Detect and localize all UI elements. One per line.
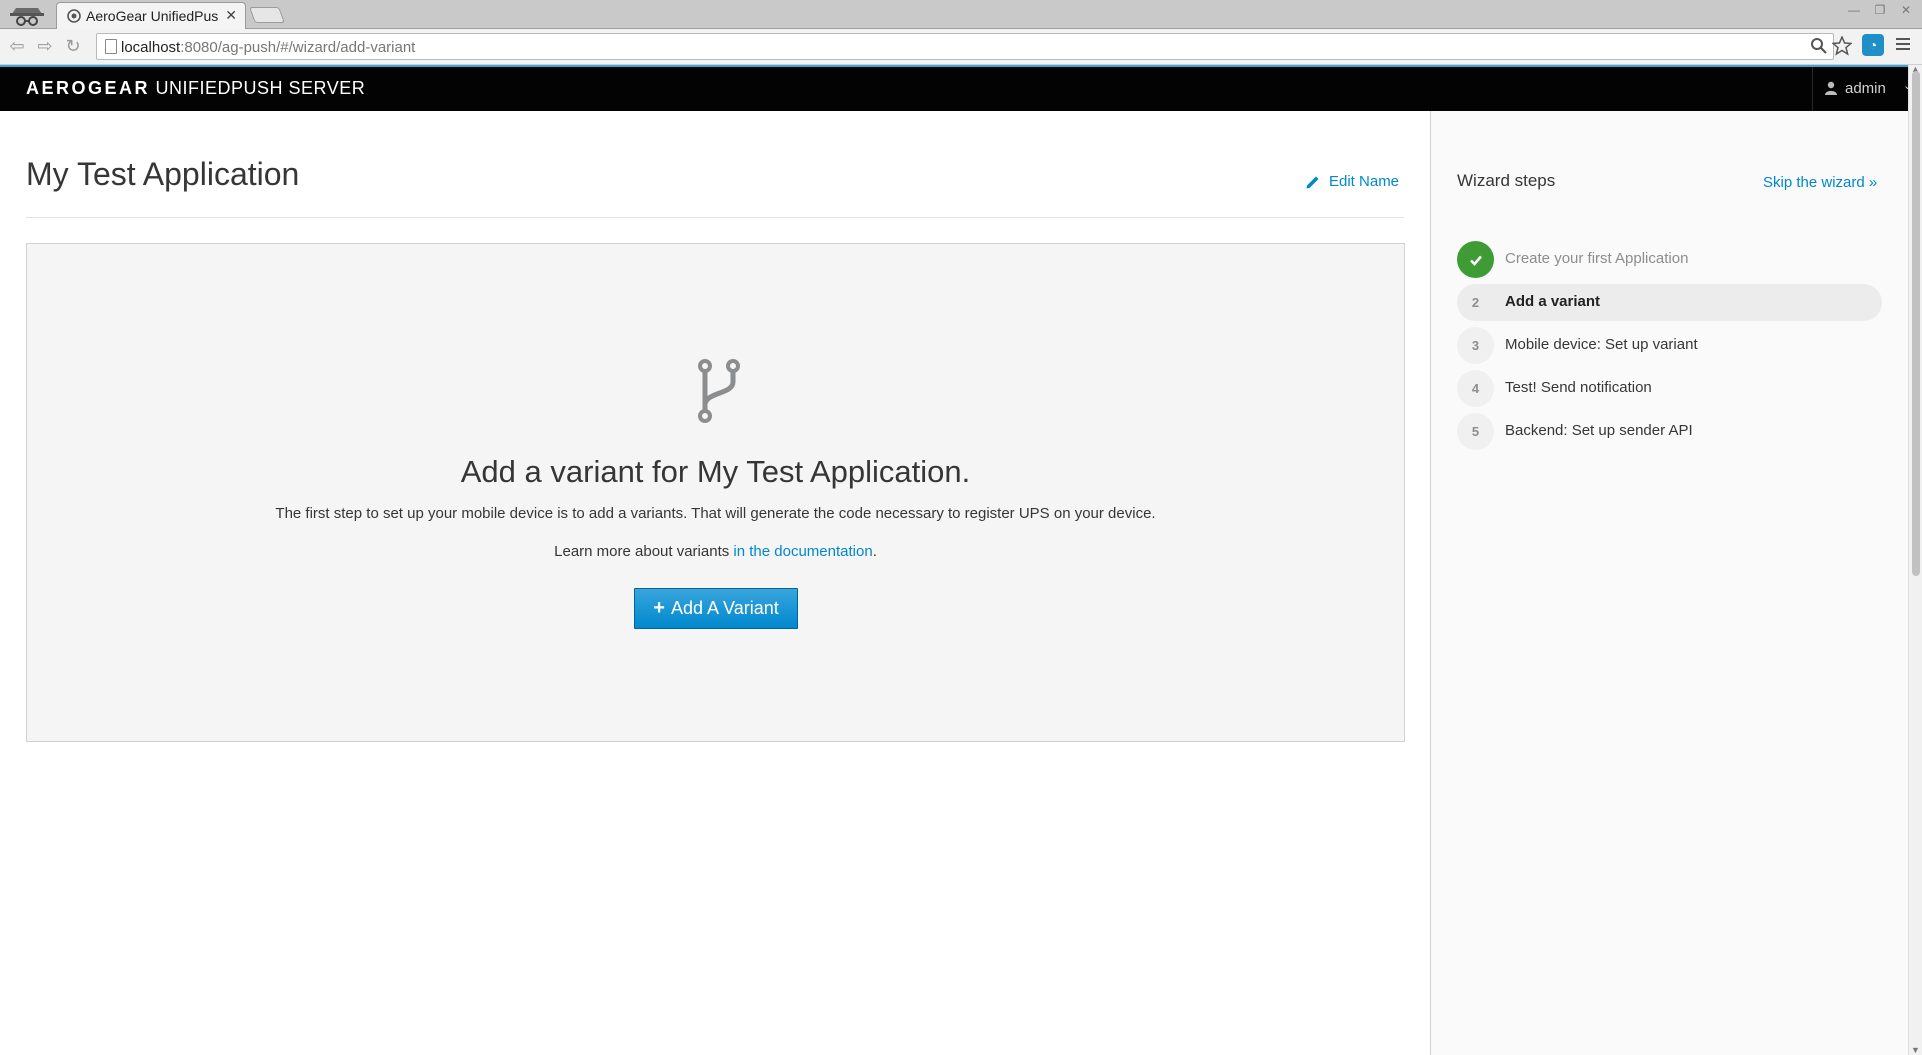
- forward-icon[interactable]: ⇨: [34, 35, 56, 57]
- maximize-icon[interactable]: ❐: [1870, 3, 1890, 19]
- step-number: 3: [1457, 327, 1494, 364]
- tab-title: AeroGear UnifiedPus: [86, 8, 219, 24]
- window-controls: — ❐ ✕: [1844, 3, 1916, 19]
- browser-toolbar: ⇦ ⇨ ↻ localhost:8080/ag-push/#/wizard/ad…: [0, 29, 1922, 65]
- step-number: 5: [1457, 413, 1494, 450]
- page-icon: [105, 39, 117, 54]
- code-fork-icon: [698, 359, 740, 423]
- new-tab-button[interactable]: [249, 7, 285, 23]
- scroll-down-icon[interactable]: ▼: [1911, 1045, 1920, 1055]
- tab-close-icon[interactable]: ✕: [225, 7, 237, 24]
- incognito-icon: [10, 8, 44, 26]
- app-header: AEROGEAR UNIFIEDPUSH SERVER admin ⌄: [0, 65, 1922, 111]
- wizard-step-sender-api[interactable]: 5 Backend: Set up sender API: [1457, 413, 1882, 450]
- wizard-step-setup-variant[interactable]: 3 Mobile device: Set up variant: [1457, 327, 1882, 364]
- add-variant-button[interactable]: + Add A Variant: [634, 588, 798, 629]
- brand-logo[interactable]: AEROGEAR UNIFIEDPUSH SERVER: [26, 78, 365, 99]
- minimize-icon[interactable]: —: [1844, 3, 1864, 19]
- page-title: My Test Application: [26, 156, 300, 192]
- browser-menu-icon[interactable]: [1896, 35, 1912, 55]
- step-number: 4: [1457, 370, 1494, 407]
- user-icon: [1825, 81, 1837, 95]
- bookmark-star-icon[interactable]: [1832, 36, 1852, 56]
- blank-slate-description: The first step to set up your mobile dev…: [275, 505, 1156, 522]
- step-label: Add a variant: [1505, 293, 1601, 310]
- plus-icon: +: [653, 597, 665, 619]
- documentation-link[interactable]: in the documentation: [733, 543, 872, 560]
- step-label: Backend: Set up sender API: [1505, 422, 1693, 439]
- zoom-icon[interactable]: [1810, 37, 1828, 55]
- browser-tab-active[interactable]: AeroGear UnifiedPus ✕: [56, 2, 246, 29]
- wizard-steps-title: Wizard steps: [1457, 171, 1556, 190]
- wizard-steps-list: Create your first Application 2 Add a va…: [1457, 241, 1882, 456]
- main-content: My Test Application Edit Name Add a vari…: [0, 111, 1430, 1055]
- scrollbar-thumb[interactable]: [1912, 71, 1920, 576]
- step-label: Create your first Application: [1505, 250, 1689, 267]
- step-label: Mobile device: Set up variant: [1505, 336, 1698, 353]
- wizard-step-create-application[interactable]: Create your first Application: [1457, 241, 1882, 278]
- extension-icon[interactable]: ◔: [1862, 34, 1884, 56]
- edit-name-link[interactable]: Edit Name: [1305, 173, 1399, 190]
- reload-icon[interactable]: ↻: [62, 35, 84, 57]
- title-divider: [26, 217, 1404, 218]
- blank-slate-panel: Add a variant for My Test Application. T…: [26, 243, 1405, 742]
- browser-tabstrip: AeroGear UnifiedPus ✕ — ❐ ✕: [0, 0, 1922, 29]
- address-bar[interactable]: localhost:8080/ag-push/#/wizard/add-vari…: [96, 33, 1834, 60]
- blank-slate-heading: Add a variant for My Test Application.: [460, 454, 971, 489]
- wizard-sidebar: Wizard steps Skip the wizard » Create yo…: [1430, 111, 1908, 1055]
- pencil-icon: [1306, 176, 1319, 188]
- step-number: 2: [1471, 295, 1480, 310]
- back-icon[interactable]: ⇦: [6, 35, 28, 57]
- wizard-step-send-notification[interactable]: 4 Test! Send notification: [1457, 370, 1882, 407]
- user-menu[interactable]: admin ⌄: [1812, 67, 1922, 111]
- wizard-step-add-variant[interactable]: 2 Add a variant: [1457, 284, 1882, 321]
- skip-wizard-link[interactable]: Skip the wizard »: [1763, 174, 1877, 191]
- check-icon: [1457, 241, 1494, 278]
- page-scrollbar[interactable]: ▲ ▼: [1908, 64, 1922, 1055]
- user-name: admin: [1845, 80, 1886, 97]
- learn-more-text: Learn more about variants in the documen…: [554, 543, 877, 560]
- step-label: Test! Send notification: [1505, 379, 1652, 396]
- aerogear-favicon-icon: [67, 9, 81, 23]
- window-close-icon[interactable]: ✕: [1896, 3, 1916, 19]
- url-text: localhost:8080/ag-push/#/wizard/add-vari…: [121, 39, 416, 56]
